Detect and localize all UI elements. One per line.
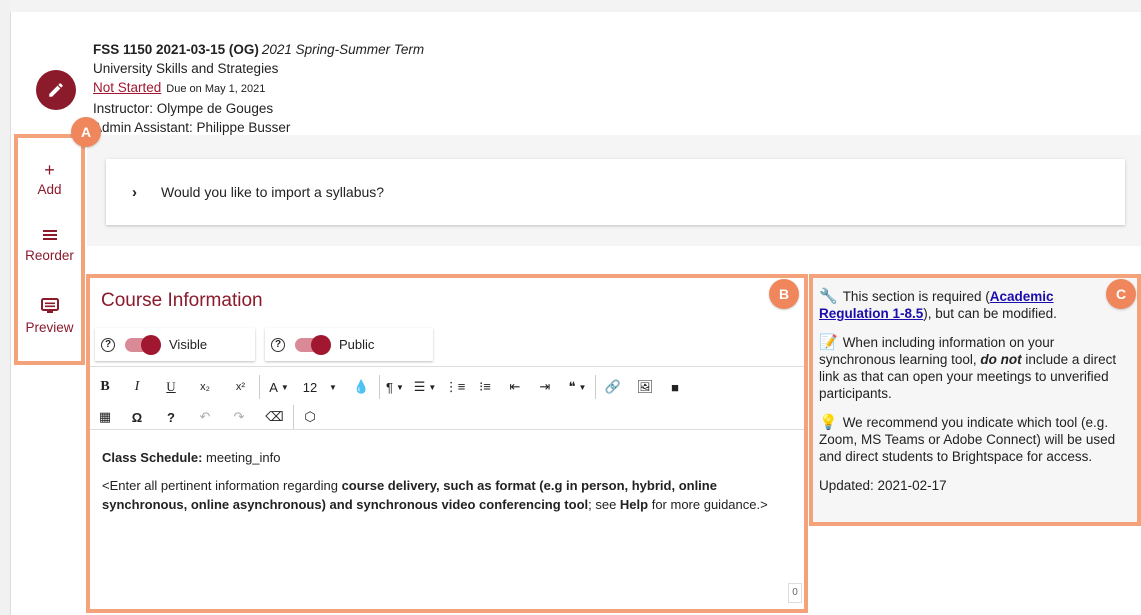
help-emphasis: do not [980, 352, 1022, 367]
chevron-right-icon: › [132, 183, 137, 201]
embed-cube-icon[interactable]: ⬡ [294, 405, 326, 429]
align-dropdown[interactable]: ☰ ▼ [410, 375, 440, 399]
status-link[interactable]: Not Started [93, 80, 161, 95]
help-icon[interactable]: ? [154, 405, 188, 429]
help-question-icon[interactable]: ? [101, 337, 115, 352]
reorder-label: Reorder [25, 248, 74, 263]
subscript-button[interactable]: x₂ [188, 375, 222, 399]
course-name: University Skills and Strategies [93, 61, 279, 76]
rich-text-editor[interactable]: Class Schedule: meeting_info <Enter all … [102, 448, 792, 523]
indent-icon[interactable]: ⇥ [530, 375, 560, 399]
notepad-icon: 📝 [819, 334, 838, 351]
help-panel: 🔧 This section is required (Academic Regu… [809, 274, 1141, 526]
help-question-icon[interactable]: ? [271, 337, 285, 352]
section-title: Course Information [101, 290, 263, 311]
editor-text: <Enter all pertinent information regardi… [102, 478, 342, 493]
add-button[interactable]: + Add [18, 160, 81, 197]
import-syllabus-text: Would you like to import a syllabus? [161, 184, 385, 200]
pencil-icon [49, 83, 63, 97]
italic-button[interactable]: I [120, 375, 154, 399]
editor-text: Help [619, 497, 649, 512]
eraser-icon[interactable]: ⌫ [256, 405, 294, 429]
font-size-value[interactable]: 12 [298, 375, 322, 399]
edit-button[interactable] [36, 70, 76, 110]
instructor: Instructor: Olympe de Gouges [93, 101, 274, 116]
course-header: FSS 1150 2021-03-15 (OG) 2021 Spring-Summ… [93, 40, 424, 137]
link-icon[interactable]: 🔗 [596, 375, 630, 399]
wrench-icon: 🔧 [819, 288, 838, 305]
color-drop-icon[interactable]: 💧 [344, 375, 380, 399]
lightbulb-icon: 💡 [819, 414, 838, 431]
underline-button[interactable]: U [154, 375, 188, 399]
course-term: 2021 Spring-Summer Term [261, 42, 425, 57]
paragraph-dropdown[interactable]: ¶ ▼ [380, 375, 410, 399]
tool-rail: + Add Reorder Preview [14, 134, 85, 365]
reorder-icon [18, 226, 81, 246]
outdent-icon[interactable]: ⇤ [500, 375, 530, 399]
help-text: ), but can be modified. [923, 306, 1057, 321]
editor-text: for more guidance.> [648, 497, 768, 512]
char-counter: 0 [788, 583, 802, 603]
undo-icon[interactable]: ↶ [188, 405, 222, 429]
plus-icon: + [44, 160, 55, 180]
preview-icon [18, 298, 81, 318]
font-family-dropdown[interactable]: A ▼ [260, 375, 298, 399]
course-code: FSS 1150 2021-03-15 (OG) [93, 42, 259, 57]
redo-icon[interactable]: ↷ [222, 405, 256, 429]
schedule-value: meeting_info [202, 450, 281, 465]
visible-toggle-box: ? Visible [95, 328, 255, 361]
editor-text: ; see [588, 497, 620, 512]
callout-badge-b: B [769, 279, 799, 309]
help-text: This section is required ( [842, 289, 990, 304]
public-toggle-box: ? Public [265, 328, 433, 361]
video-icon[interactable]: ■ [660, 375, 690, 399]
import-syllabus-card[interactable]: › Would you like to import a syllabus? [106, 159, 1125, 225]
preview-button[interactable]: Preview [18, 298, 81, 335]
visible-label: Visible [169, 337, 208, 352]
ordered-list-icon[interactable]: ⋮≡ [440, 375, 470, 399]
preview-label: Preview [25, 320, 74, 335]
font-size-dropdown[interactable]: ▼ [322, 375, 344, 399]
callout-badge-c: C [1106, 279, 1136, 309]
public-switch[interactable] [295, 334, 331, 355]
bold-button[interactable]: B [90, 375, 120, 399]
visible-switch[interactable] [125, 334, 161, 355]
public-label: Public [339, 337, 375, 352]
due-date: Due on May 1, 2021 [166, 83, 266, 95]
bullet-list-icon[interactable]: ⁝≡ [470, 375, 500, 399]
callout-badge-a: A [71, 117, 101, 147]
help-text: We recommend you indicate which tool (e.… [819, 415, 1116, 464]
editor-toolbar: B I U x₂ x² A ▼ 12 ▼ 💧 ¶ ▼ ☰ ▼ ⋮≡ ⁝≡ ⇤ ⇥ ❝… [90, 366, 804, 430]
reorder-button[interactable]: Reorder [18, 226, 81, 263]
add-label: Add [37, 182, 62, 197]
quote-dropdown[interactable]: ❝ ▼ [560, 375, 596, 399]
superscript-button[interactable]: x² [222, 375, 260, 399]
image-icon[interactable]: 🖼 [630, 375, 660, 399]
omega-icon[interactable]: Ω [120, 405, 154, 429]
course-information-section: Course Information ? Visible ? Public B … [86, 274, 808, 613]
updated-date: Updated: 2021-02-17 [819, 478, 947, 493]
table-icon[interactable]: ▦ [90, 405, 120, 429]
schedule-label: Class Schedule: [102, 450, 203, 465]
